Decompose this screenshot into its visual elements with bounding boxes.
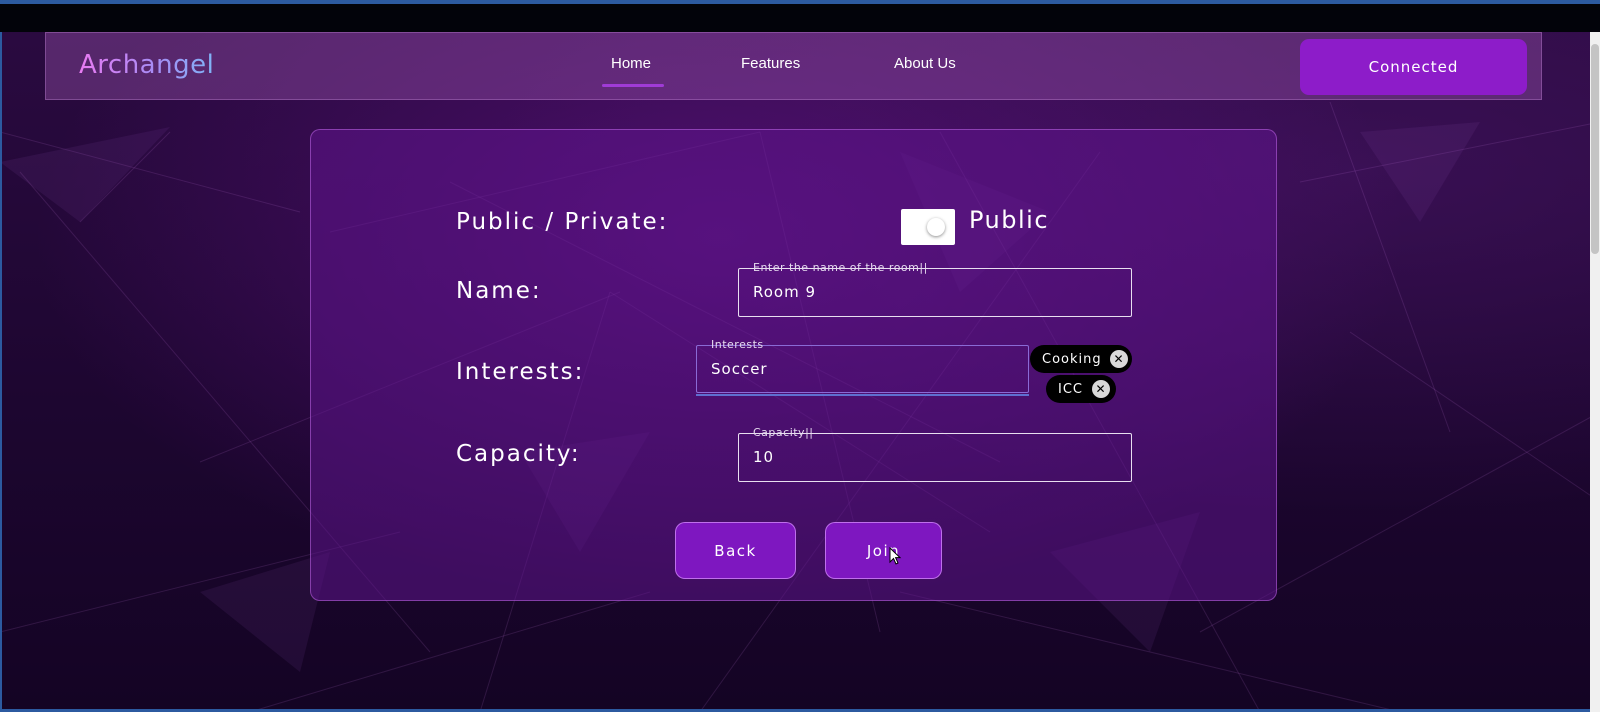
visibility-state-text: Public <box>969 206 1050 234</box>
interests-label: Interests: <box>456 359 585 385</box>
interest-chip-icc: ICC ✕ <box>1046 375 1116 403</box>
close-circle-icon[interactable]: ✕ <box>1110 350 1128 368</box>
room-name-field[interactable]: Enter the name of the room|| <box>738 261 1132 317</box>
scrollbar-thumb[interactable] <box>1591 44 1599 254</box>
room-name-legend: Enter the name of the room|| <box>753 261 928 274</box>
capacity-field[interactable]: Capacity|| <box>738 426 1132 482</box>
join-button[interactable]: Join <box>825 522 942 579</box>
nav-link-features[interactable]: Features <box>741 55 800 72</box>
back-button[interactable]: Back <box>675 522 796 579</box>
browser-top-bar <box>0 0 1600 32</box>
nav-link-about-us[interactable]: About Us <box>894 55 956 72</box>
interests-field[interactable]: Interests <box>696 338 1029 393</box>
close-circle-icon[interactable]: ✕ <box>1092 380 1110 398</box>
mouse-cursor-icon <box>889 547 902 565</box>
chip-label: Cooking <box>1042 351 1102 367</box>
interests-focus-underline <box>696 394 1029 396</box>
visibility-label: Public / Private: <box>456 209 669 235</box>
nav-active-indicator <box>602 84 664 87</box>
nav-link-home[interactable]: Home <box>611 55 651 72</box>
visibility-toggle[interactable] <box>901 209 955 245</box>
create-room-form: Public / Private: Public Name: Enter the… <box>310 129 1277 601</box>
interest-chip-cooking: Cooking ✕ <box>1030 345 1132 373</box>
capacity-label: Capacity: <box>456 441 581 467</box>
connected-button[interactable]: Connected <box>1300 39 1527 95</box>
capacity-input[interactable] <box>753 448 1087 466</box>
name-label: Name: <box>456 278 542 304</box>
capacity-legend: Capacity|| <box>753 426 814 439</box>
toggle-knob[interactable] <box>927 218 945 236</box>
brand-logo[interactable]: Archangel <box>79 50 214 80</box>
chip-label: ICC <box>1058 381 1083 397</box>
room-name-input[interactable] <box>753 283 1087 301</box>
interests-input[interactable] <box>711 360 993 378</box>
interests-legend: Interests <box>711 338 764 351</box>
top-navbar: Archangel Home Features About Us Connect… <box>45 32 1542 100</box>
